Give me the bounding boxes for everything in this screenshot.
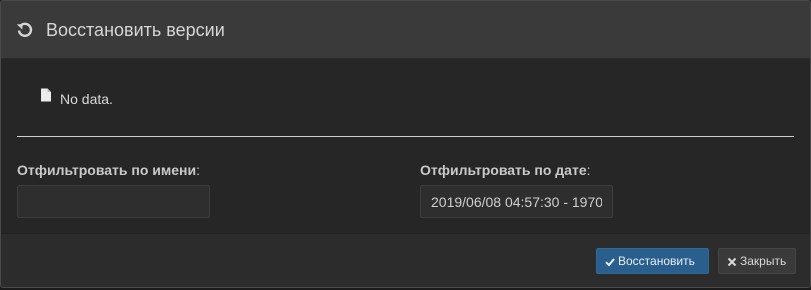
restore-button-label: Восстановить [618,254,695,268]
dialog-title: Восстановить версии [46,20,225,40]
empty-message: No data. [60,91,113,107]
file-icon [40,88,52,102]
close-icon [727,256,737,267]
filter-date-label: Отфильтровать по дате: [420,162,591,178]
restore-icon [16,21,34,39]
filter-name-input[interactable] [17,185,210,218]
divider [17,136,794,137]
filter-date-input[interactable] [420,185,613,218]
close-button-label: Закрыть [740,254,787,268]
restore-versions-dialog: Восстановить версии No data. Отфильтрова… [0,0,811,288]
restore-button[interactable]: Восстановить [596,248,709,274]
dialog-footer: Восстановить Закрыть [1,233,810,287]
dialog-body: No data. Отфильтровать по имени: Отфильт… [1,59,810,233]
dialog-header: Восстановить версии [1,1,810,59]
filter-date-label-text: Отфильтровать по дате [420,162,587,178]
close-button[interactable]: Закрыть [718,248,796,274]
check-icon [605,256,615,267]
filter-name-label-text: Отфильтровать по имени [17,162,197,178]
filter-name-label: Отфильтровать по имени: [17,162,200,178]
